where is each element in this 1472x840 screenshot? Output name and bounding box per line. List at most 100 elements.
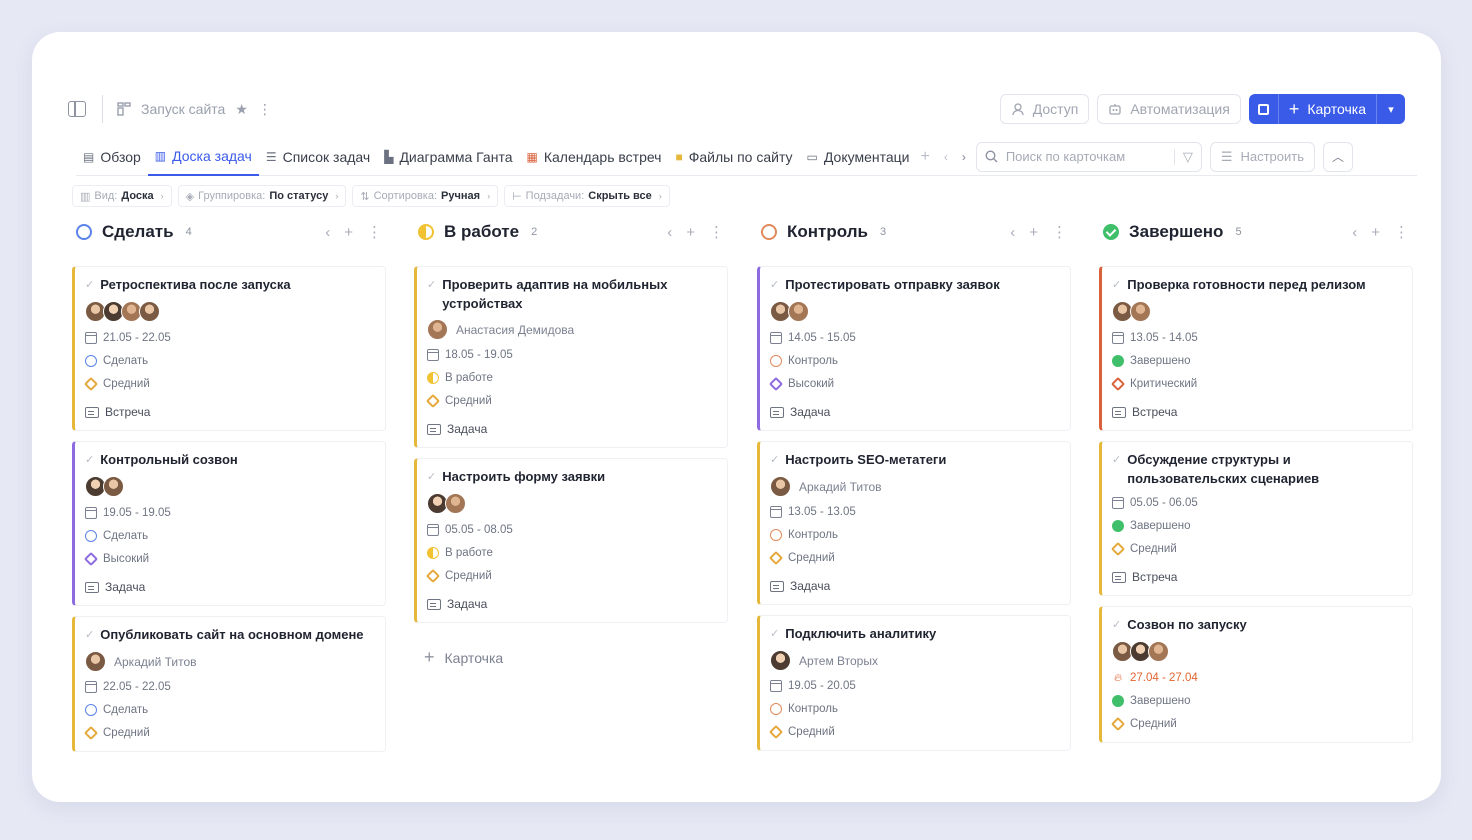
priority-medium-icon bbox=[1110, 716, 1126, 732]
check-icon[interactable]: ✓ bbox=[1112, 451, 1121, 488]
task-card[interactable]: ✓ Ретроспектива после запуска 21.05 - 22.… bbox=[72, 266, 386, 431]
status-todo-icon bbox=[85, 355, 97, 367]
card-priority: Высокий bbox=[788, 378, 835, 390]
task-card[interactable]: ✓ Настроить SEO-метатеги Аркадий Титов 13… bbox=[757, 441, 1071, 605]
check-icon[interactable]: ✓ bbox=[85, 276, 94, 295]
project-title[interactable]: Запуск сайта bbox=[141, 101, 225, 117]
card-status: В работе bbox=[445, 547, 493, 559]
card-priority: Средний bbox=[1130, 543, 1177, 555]
card-icon[interactable] bbox=[1249, 94, 1279, 124]
chevron-right-icon: › bbox=[487, 191, 491, 201]
card-type: Задача bbox=[790, 405, 831, 419]
avatar bbox=[103, 476, 124, 497]
avatar bbox=[445, 493, 466, 514]
avatar bbox=[770, 476, 791, 497]
card-type-icon bbox=[1112, 571, 1126, 583]
check-icon[interactable]: ✓ bbox=[85, 451, 94, 470]
configure-button[interactable]: ☰ Настроить bbox=[1209, 141, 1315, 172]
more-icon[interactable]: ⋮ bbox=[367, 223, 382, 241]
sort-icon: ⇅ bbox=[360, 190, 370, 203]
task-card[interactable]: ✓ Контрольный созвон 19.05 - 19.05 Сделат… bbox=[72, 441, 386, 606]
access-button[interactable]: Доступ bbox=[999, 94, 1090, 124]
priority-high-icon bbox=[768, 376, 784, 392]
tab-files[interactable]: ■ Файлы по сайту bbox=[668, 138, 799, 176]
tab-docs[interactable]: ▭ Документаци bbox=[800, 138, 917, 176]
avatar bbox=[770, 650, 791, 671]
chevron-right-icon[interactable]: › bbox=[962, 150, 966, 164]
chip-value: Доска bbox=[121, 190, 154, 202]
priority-medium-icon bbox=[425, 568, 441, 584]
calendar-icon bbox=[770, 506, 782, 518]
check-icon[interactable]: ✓ bbox=[427, 468, 436, 487]
calendar-icon bbox=[85, 507, 97, 519]
check-icon[interactable]: ✓ bbox=[770, 625, 779, 644]
task-card[interactable]: ✓ Проверить адаптив на мобильных устройст… bbox=[414, 266, 728, 448]
chip-key: Подзадачи: bbox=[525, 190, 585, 202]
star-icon[interactable]: ★ bbox=[235, 101, 248, 118]
filter-view[interactable]: ▥ Вид: Доска › bbox=[72, 185, 172, 207]
chat-icon: ▭ bbox=[806, 149, 818, 164]
tab-list[interactable]: ☰ Список задач bbox=[259, 138, 377, 176]
collapse-button[interactable]: ︿ bbox=[1323, 141, 1353, 172]
add-card-icon[interactable]: + bbox=[1029, 224, 1038, 241]
filter-sorting[interactable]: ⇅ Сортировка: Ручная › bbox=[352, 185, 499, 207]
create-card-button[interactable]: + Карточка ▾ bbox=[1248, 94, 1405, 124]
tab-gantt[interactable]: ▙ Диаграмма Ганта bbox=[377, 138, 519, 176]
avatar-group bbox=[85, 301, 375, 323]
task-card[interactable]: ✓ Опубликовать сайт на основном домене Ар… bbox=[72, 616, 386, 752]
tab-overview[interactable]: ▤ Обзор bbox=[76, 138, 148, 176]
filter-icon[interactable]: ▽ bbox=[1173, 148, 1193, 165]
card-type-icon bbox=[1112, 406, 1126, 418]
chip-key: Вид: bbox=[94, 190, 118, 202]
chevron-left-icon[interactable]: ‹ bbox=[944, 150, 948, 164]
calendar-icon bbox=[85, 332, 97, 344]
tab-board[interactable]: ▥ Доска задач bbox=[147, 138, 259, 176]
check-icon[interactable]: ✓ bbox=[85, 626, 94, 645]
calendar-icon bbox=[427, 524, 439, 536]
task-card[interactable]: ✓ Обсуждение структуры и пользовательских… bbox=[1099, 441, 1413, 596]
create-card-main[interactable]: + Карточка bbox=[1279, 94, 1377, 124]
status-review-icon bbox=[770, 355, 782, 367]
chevron-left-icon[interactable]: ‹ bbox=[667, 224, 672, 241]
card-status: Контроль bbox=[788, 529, 838, 541]
chevron-left-icon[interactable]: ‹ bbox=[1352, 224, 1357, 241]
tab-calendar[interactable]: ▦ Календарь встреч bbox=[519, 138, 668, 176]
card-type-icon bbox=[85, 581, 99, 593]
add-card-icon[interactable]: + bbox=[686, 224, 695, 241]
add-tab-icon[interactable]: + bbox=[920, 148, 929, 166]
add-card-icon[interactable]: + bbox=[344, 224, 353, 241]
card-status: Контроль bbox=[788, 355, 838, 367]
avatar bbox=[85, 651, 106, 672]
more-icon[interactable]: ⋮ bbox=[258, 101, 272, 118]
chevron-left-icon[interactable]: ‹ bbox=[325, 224, 330, 241]
document-icon: ▤ bbox=[83, 149, 95, 164]
task-card[interactable]: ✓ Настроить форму заявки 05.05 - 08.05 В … bbox=[414, 458, 728, 623]
task-card[interactable]: ✓ Протестировать отправку заявок 14.05 - … bbox=[757, 266, 1071, 431]
card-status: Контроль bbox=[788, 703, 838, 715]
filter-subtasks[interactable]: ⊢ Подзадачи: Скрыть все › bbox=[504, 185, 670, 207]
more-icon[interactable]: ⋮ bbox=[709, 223, 724, 241]
more-icon[interactable]: ⋮ bbox=[1394, 223, 1409, 241]
check-icon[interactable]: ✓ bbox=[770, 276, 779, 295]
task-card[interactable]: ✓ Созвон по запуску 🔥︎ 27.04 - 27.04 Завер… bbox=[1099, 606, 1413, 743]
check-icon[interactable]: ✓ bbox=[1112, 616, 1121, 635]
check-icon[interactable]: ✓ bbox=[427, 276, 436, 313]
chevron-left-icon[interactable]: ‹ bbox=[1010, 224, 1015, 241]
sidebar-toggle-icon[interactable] bbox=[68, 101, 86, 117]
check-icon[interactable]: ✓ bbox=[1112, 276, 1121, 295]
filter-grouping[interactable]: ◈ Группировка: По статусу › bbox=[177, 185, 347, 207]
column-title: В работе bbox=[444, 222, 520, 241]
card-type: Задача bbox=[447, 422, 488, 436]
chip-value: Ручная bbox=[441, 190, 481, 202]
card-title: Протестировать отправку заявок bbox=[785, 277, 1000, 292]
add-card-button[interactable]: + Карточка bbox=[414, 633, 728, 682]
chevron-down-icon[interactable]: ▾ bbox=[1377, 103, 1405, 116]
more-icon[interactable]: ⋮ bbox=[1052, 223, 1067, 241]
automation-button[interactable]: Автоматизация bbox=[1097, 94, 1241, 124]
search-input[interactable]: Поиск по карточкам ▽ bbox=[975, 141, 1202, 172]
task-card[interactable]: ✓ Проверка готовности перед релизом 13.05… bbox=[1099, 266, 1413, 431]
add-card-icon[interactable]: + bbox=[1371, 224, 1380, 241]
check-icon[interactable]: ✓ bbox=[770, 451, 779, 470]
task-card[interactable]: ✓ Подключить аналитику Артем Вторых 19.05… bbox=[757, 615, 1071, 751]
column-review: Контроль 3 ‹ + ⋮ ✓ Протестировать отправку … bbox=[757, 218, 1071, 751]
